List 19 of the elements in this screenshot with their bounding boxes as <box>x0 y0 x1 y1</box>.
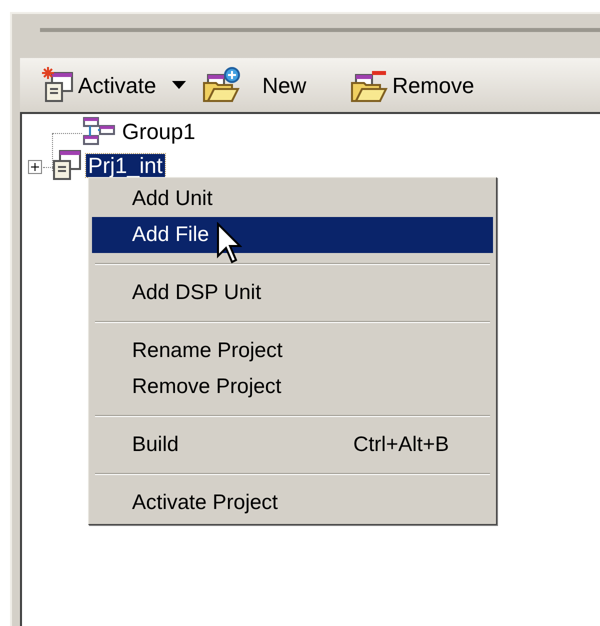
tree-item[interactable]: Prj1_int <box>86 154 165 176</box>
project-icon <box>52 149 82 181</box>
toolbar-button[interactable]: Activate <box>42 63 156 107</box>
menu-item[interactable]: Add DSP Unit <box>92 275 493 311</box>
mouse-cursor-icon <box>216 222 242 266</box>
expand-toggle[interactable] <box>28 160 42 174</box>
tree-item[interactable]: Group1 <box>120 120 198 142</box>
menu-item[interactable]: Activate Project <box>92 485 493 521</box>
caret-icon <box>172 81 186 89</box>
toolbar-button[interactable]: Remove <box>350 63 474 107</box>
menu-item[interactable]: Remove Project <box>92 369 493 405</box>
group-icon <box>82 116 116 146</box>
folder-plus-icon <box>202 67 240 103</box>
toolbar-button[interactable]: New <box>202 63 344 107</box>
menu-item[interactable]: Rename Project <box>92 333 493 369</box>
menu-item[interactable]: Add Unit <box>92 181 493 217</box>
menu-item[interactable]: Add File <box>92 217 493 253</box>
project-star-icon <box>42 67 74 103</box>
menu-item[interactable]: Build Ctrl+Alt+B <box>92 427 493 463</box>
